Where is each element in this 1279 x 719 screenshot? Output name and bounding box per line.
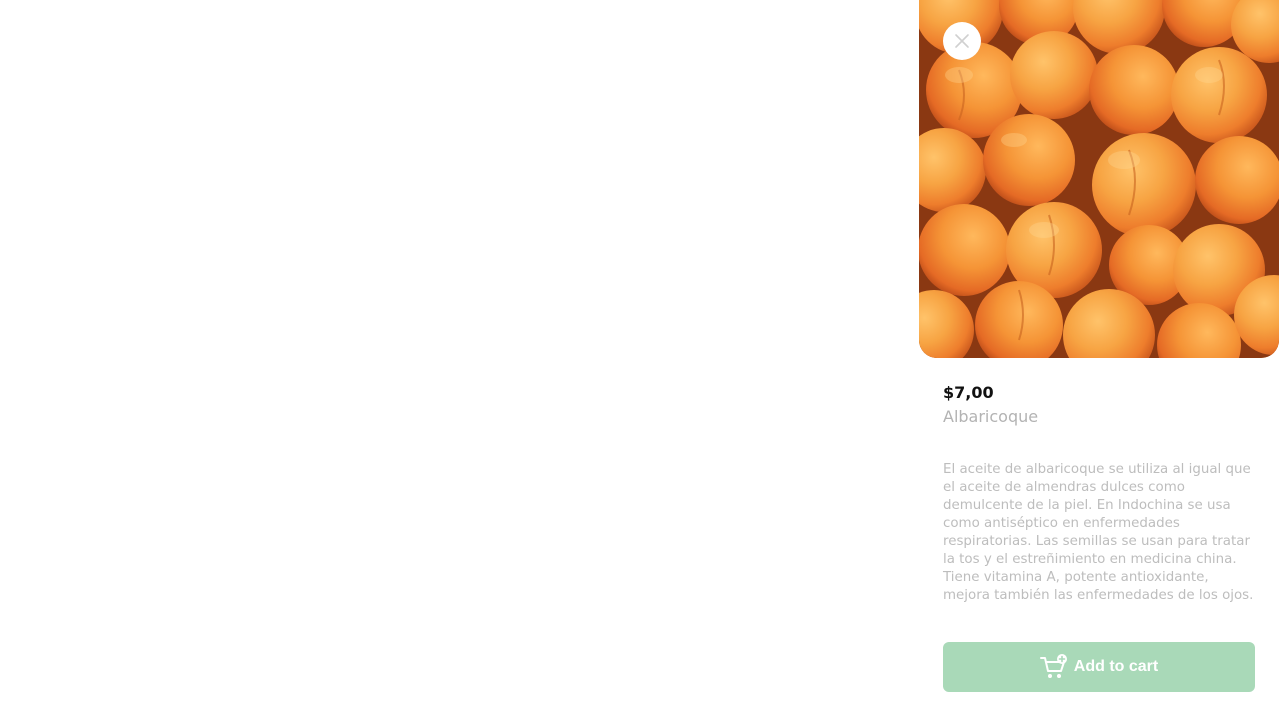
product-info: $7,00 Albaricoque El aceite de albaricoq…	[943, 382, 1255, 605]
add-to-cart-label: Add to cart	[1073, 658, 1159, 675]
product-detail-panel: $7,00 Albaricoque El aceite de albaricoq…	[919, 0, 1279, 719]
add-to-cart-button[interactable]: Add to cart	[943, 642, 1255, 692]
page: $7,00 Albaricoque El aceite de albaricoq…	[0, 0, 1279, 719]
close-icon	[953, 32, 971, 50]
product-image	[919, 0, 1279, 358]
close-button[interactable]	[943, 22, 981, 60]
product-price: $7,00	[943, 383, 994, 402]
cart-plus-icon	[1039, 654, 1068, 680]
product-description: El aceite de albaricoque se utiliza al i…	[943, 462, 1254, 603]
product-name: Albaricoque	[943, 407, 1039, 426]
